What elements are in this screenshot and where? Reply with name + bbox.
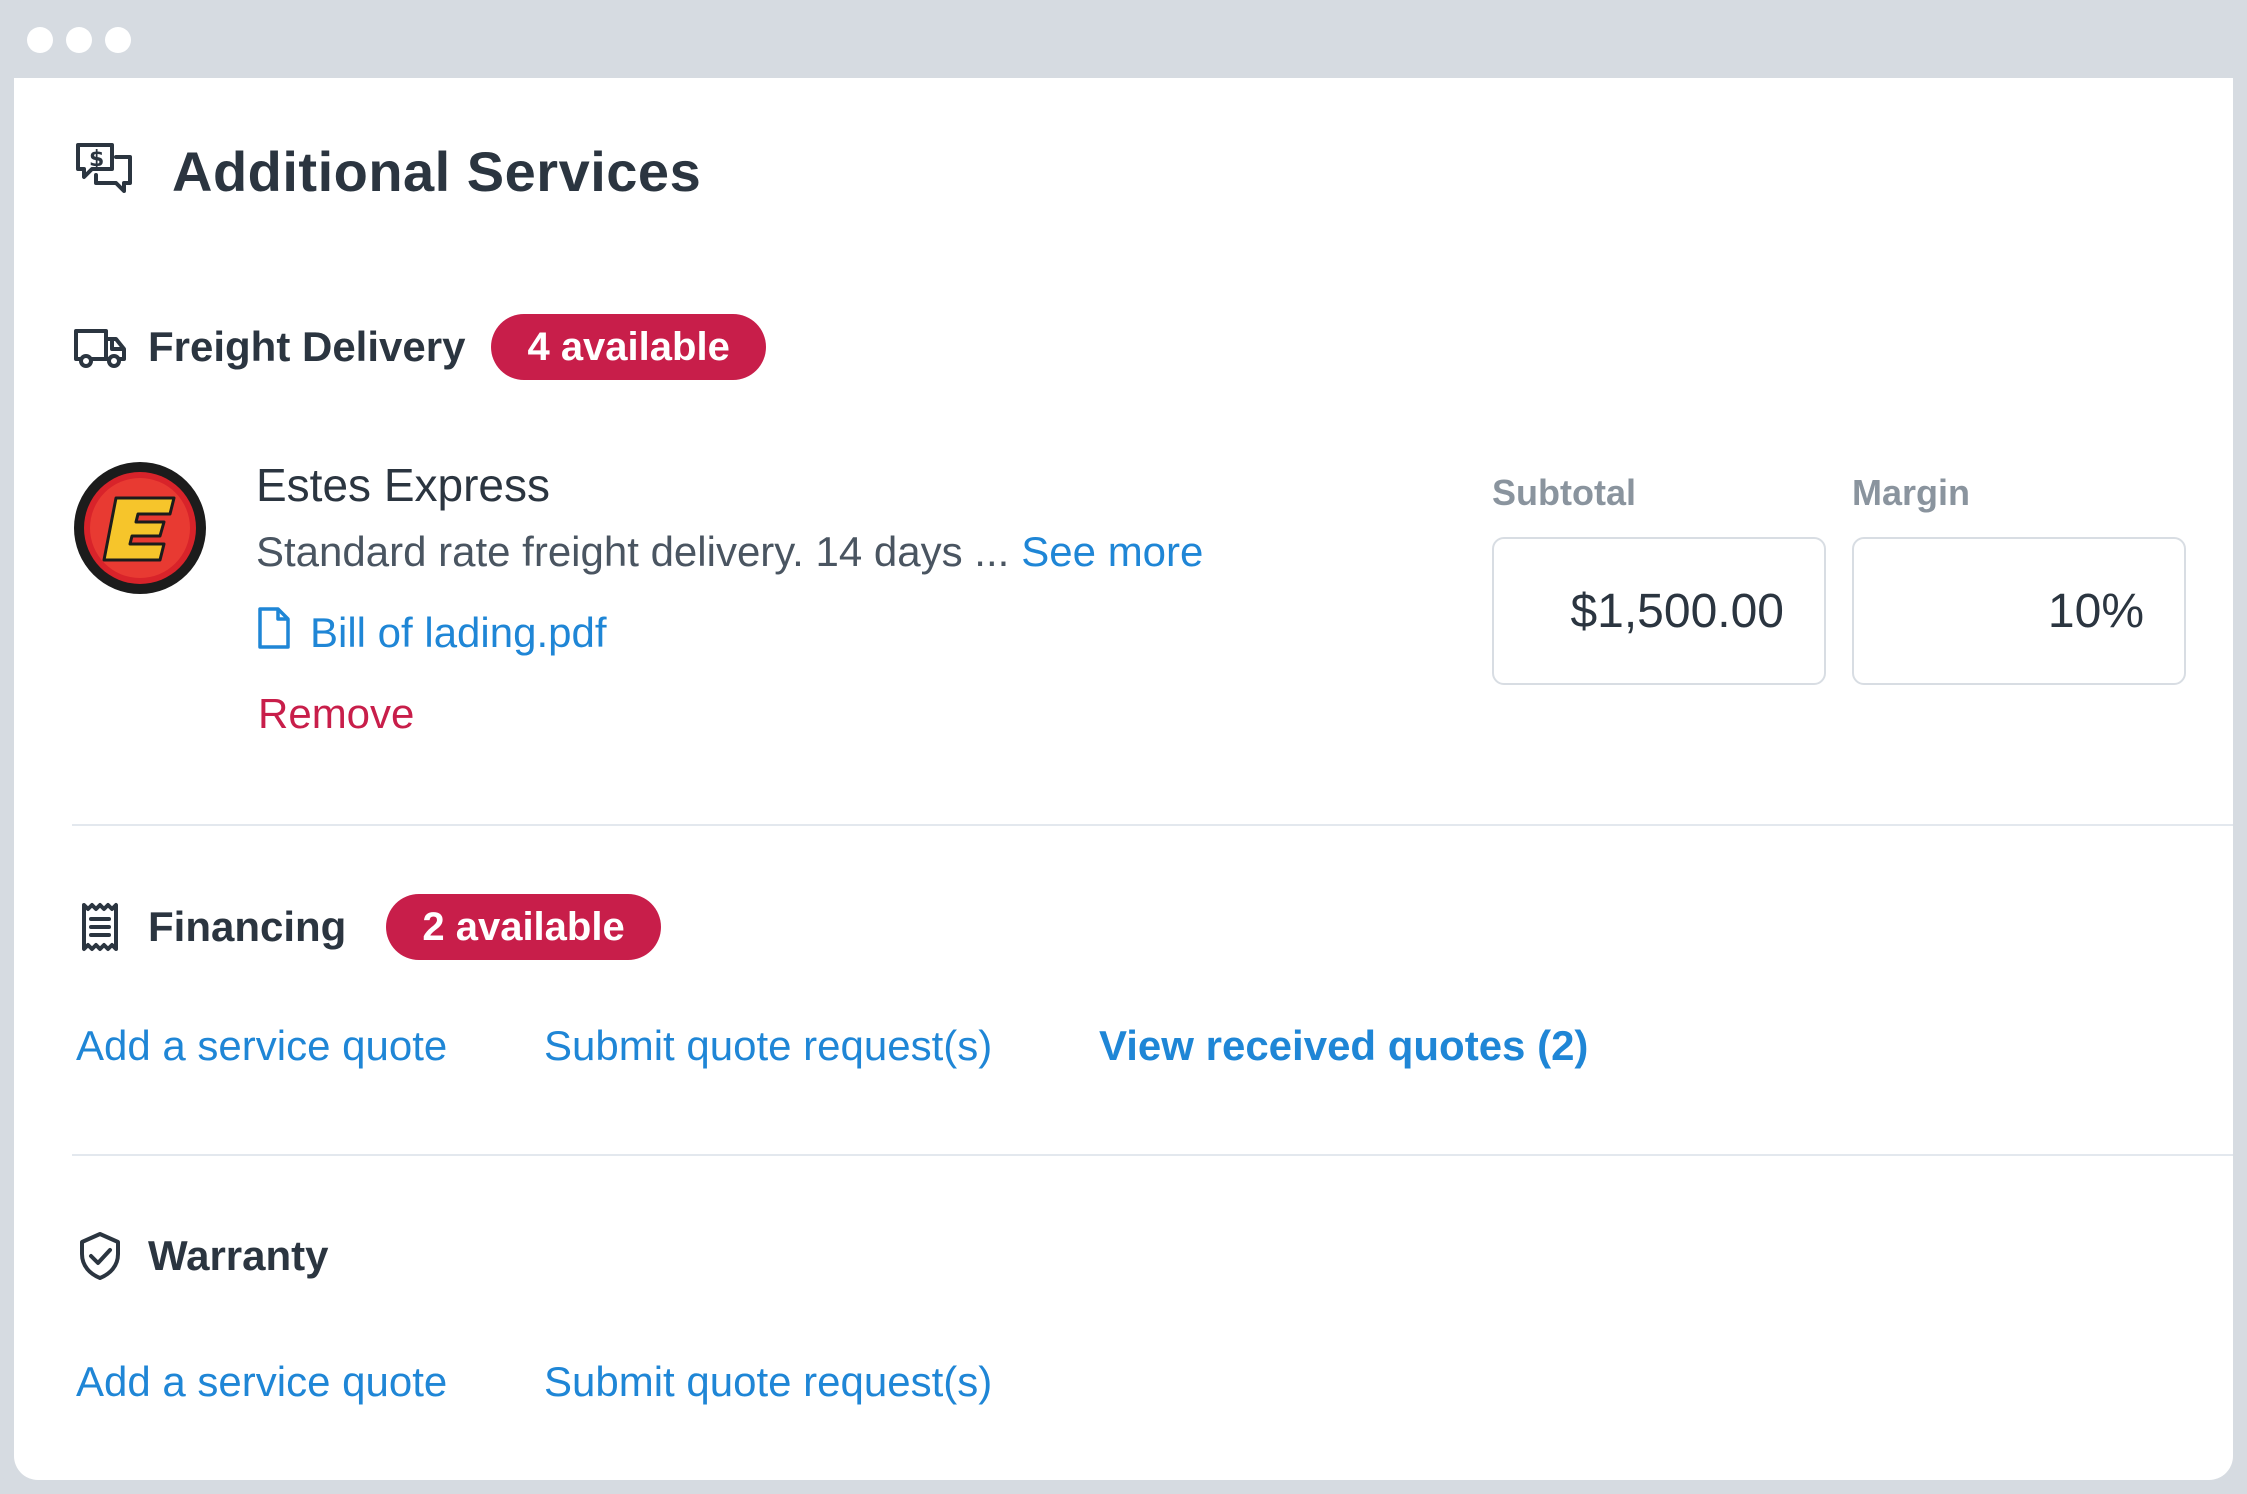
page-header: $ Additional Services: [72, 136, 701, 206]
truck-icon: [72, 319, 128, 375]
remove-button[interactable]: Remove: [258, 690, 414, 738]
document-icon: [256, 606, 310, 660]
financing-section-header: Financing 2 available: [72, 894, 661, 960]
receipt-icon: [72, 899, 128, 955]
availability-badge: 4 available: [491, 314, 766, 380]
margin-input[interactable]: 10%: [1852, 537, 2186, 685]
financing-submit-request-link[interactable]: Submit quote request(s): [544, 1022, 992, 1070]
financing-add-quote-link[interactable]: Add a service quote: [76, 1022, 447, 1070]
additional-services-panel: $ Additional Services Freight Delivery 4…: [14, 78, 2233, 1480]
margin-label: Margin: [1852, 472, 1971, 513]
availability-badge: 2 available: [386, 894, 661, 960]
subtotal-input[interactable]: $1,500.00: [1492, 537, 1826, 685]
subtotal-label: Subtotal: [1492, 472, 1636, 513]
window-titlebar: [0, 0, 2247, 78]
page-title: Additional Services: [172, 139, 702, 203]
section-title-financing: Financing: [148, 903, 347, 950]
bill-of-lading-link[interactable]: Bill of lading.pdf: [256, 606, 607, 660]
vendor-description: Standard rate freight delivery. 14 days …: [256, 528, 1203, 576]
window-minimize-button[interactable]: [66, 27, 92, 53]
freight-section-header: Freight Delivery 4 available: [72, 314, 766, 380]
window-close-button[interactable]: [27, 27, 53, 53]
view-received-quotes-link[interactable]: View received quotes (2): [1099, 1022, 1588, 1070]
see-more-link[interactable]: See more: [1021, 528, 1203, 575]
section-title-freight: Freight Delivery: [148, 323, 466, 370]
quote-bubbles-icon: $: [72, 139, 136, 204]
window-maximize-button[interactable]: [105, 27, 131, 53]
warranty-add-quote-link[interactable]: Add a service quote: [76, 1358, 447, 1406]
vendor-description-text: Standard rate freight delivery. 14 days …: [256, 528, 1010, 575]
warranty-section-header: Warranty: [72, 1228, 329, 1284]
section-title-warranty: Warranty: [148, 1232, 329, 1279]
file-name: Bill of lading.pdf: [310, 609, 607, 656]
svg-text:$: $: [89, 147, 104, 172]
section-divider: [72, 1154, 2233, 1156]
app-window: $ Additional Services Freight Delivery 4…: [0, 0, 2247, 1494]
section-divider: [72, 824, 2233, 826]
warranty-submit-request-link[interactable]: Submit quote request(s): [544, 1358, 992, 1406]
vendor-name: Estes Express: [256, 459, 550, 511]
shield-check-icon: [72, 1228, 128, 1284]
estes-express-logo: [74, 462, 206, 594]
